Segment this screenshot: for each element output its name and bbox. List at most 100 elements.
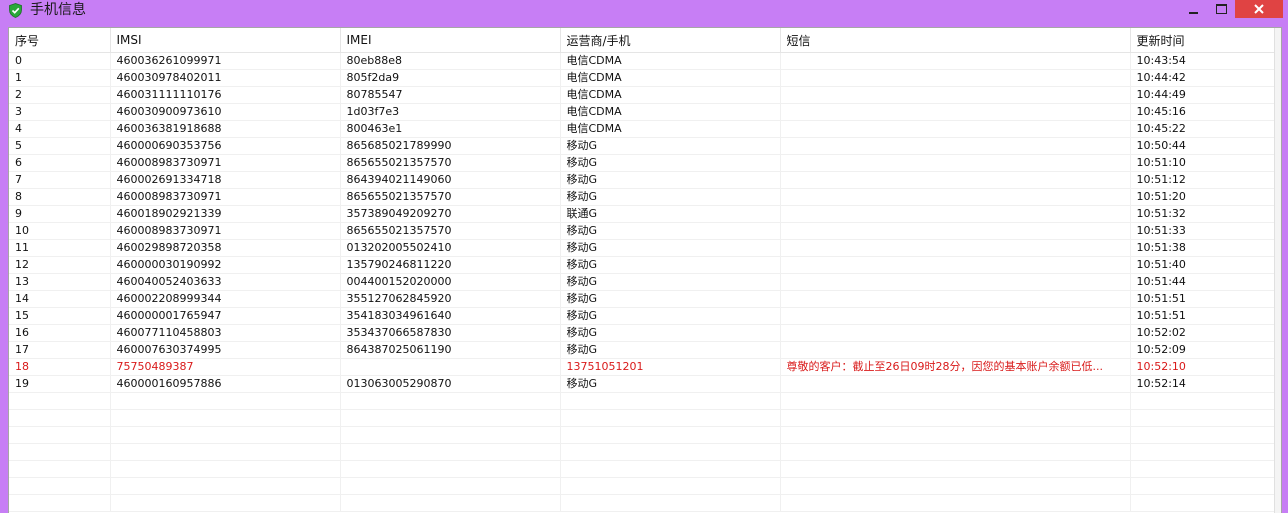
table-row[interactable]: 15 460000001765947 354183034961640 移动G 10:51… — [9, 307, 1276, 325]
empty-cell — [560, 443, 781, 461]
cell-sms — [780, 154, 1131, 172]
cell-imsi: 460000030190992 — [110, 256, 341, 274]
empty-cell — [110, 409, 341, 427]
empty-cell — [1130, 460, 1276, 478]
column-header-imsi[interactable]: IMSI — [110, 28, 341, 53]
cell-imsi: 460008983730971 — [110, 188, 341, 206]
window-title: 手机信息 — [30, 2, 86, 18]
empty-cell — [110, 494, 341, 512]
minimize-button[interactable] — [1180, 0, 1206, 18]
column-header-carrier[interactable]: 运营商/手机 — [560, 28, 781, 53]
cell-update-time: 10:51:33 — [1130, 222, 1276, 240]
cell-imsi: 460008983730971 — [110, 222, 341, 240]
cell-carrier: 移动G — [560, 324, 781, 342]
cell-carrier: 移动G — [560, 239, 781, 257]
table-row[interactable]: 13 460040052403633 004400152020000 移动G 10:51… — [9, 273, 1276, 291]
cell-index: 18 — [9, 358, 111, 376]
cell-index: 0 — [9, 52, 111, 70]
empty-cell — [110, 392, 341, 410]
empty-row — [9, 477, 1276, 495]
table-row[interactable]: 14 460002208999344 355127062845920 移动G 10:51… — [9, 290, 1276, 308]
cell-sms — [780, 273, 1131, 291]
cell-update-time: 10:52:14 — [1130, 375, 1276, 393]
cell-update-time: 10:51:38 — [1130, 239, 1276, 257]
cell-sms — [780, 375, 1131, 393]
cell-update-time: 10:51:20 — [1130, 188, 1276, 206]
cell-update-time: 10:52:02 — [1130, 324, 1276, 342]
cell-imsi: 460029898720358 — [110, 239, 341, 257]
table-row[interactable]: 2 460031111110176 80785547 电信CDMA 10:44:49 — [9, 86, 1276, 104]
cell-sms — [780, 222, 1131, 240]
empty-cell — [1130, 494, 1276, 512]
table-row[interactable]: 9 460018902921339 357389049209270 联通G 10:51:… — [9, 205, 1276, 223]
cell-imei: 354183034961640 — [340, 307, 561, 325]
close-button[interactable] — [1235, 0, 1283, 18]
cell-update-time: 10:44:42 — [1130, 69, 1276, 87]
table-row[interactable]: 18 75750489387 13751051201 尊敬的客户：截止至26日09时2… — [9, 358, 1276, 376]
cell-sms — [780, 86, 1131, 104]
phone-info-list[interactable]: 序号 IMSI IMEI 运营商/手机 短信 更新时间 0 46003626109… — [8, 27, 1282, 513]
cell-imsi: 460077110458803 — [110, 324, 341, 342]
empty-row — [9, 426, 1276, 444]
empty-cell — [9, 392, 111, 410]
table-row[interactable]: 12 460000030190992 135790246811220 移动G 10:51… — [9, 256, 1276, 274]
table-row[interactable]: 10 460008983730971 865655021357570 移动G 10:51… — [9, 222, 1276, 240]
cell-sms — [780, 239, 1131, 257]
empty-cell — [1130, 443, 1276, 461]
cell-imei: 865655021357570 — [340, 222, 561, 240]
column-header-update-time[interactable]: 更新时间 — [1130, 28, 1276, 53]
table-row[interactable]: 5 460000690353756 865685021789990 移动G 10:50:… — [9, 137, 1276, 155]
empty-cell — [560, 494, 781, 512]
column-header-imei[interactable]: IMEI — [340, 28, 561, 53]
minimize-icon — [1188, 11, 1198, 14]
empty-cell — [340, 460, 561, 478]
cell-imei: 805f2da9 — [340, 69, 561, 87]
cell-index: 9 — [9, 205, 111, 223]
empty-cell — [340, 426, 561, 444]
empty-cell — [340, 409, 561, 427]
cell-carrier: 移动G — [560, 375, 781, 393]
table-row[interactable]: 4 460036381918688 800463e1 电信CDMA 10:45:22 — [9, 120, 1276, 138]
cell-imsi: 460040052403633 — [110, 273, 341, 291]
table-row[interactable]: 11 460029898720358 013202005502410 移动G 10:51… — [9, 239, 1276, 257]
table-row[interactable]: 3 460030900973610 1d03f7e3 电信CDMA 10:45:16 — [9, 103, 1276, 121]
cell-imsi: 460008983730971 — [110, 154, 341, 172]
maximize-button[interactable] — [1208, 0, 1234, 18]
table-row[interactable]: 6 460008983730971 865655021357570 移动G 10:51:… — [9, 154, 1276, 172]
cell-update-time: 10:51:44 — [1130, 273, 1276, 291]
column-header-sms[interactable]: 短信 — [780, 28, 1131, 53]
cell-imei — [340, 358, 561, 376]
empty-cell — [340, 477, 561, 495]
cell-carrier: 电信CDMA — [560, 103, 781, 121]
table-row[interactable]: 19 460000160957886 013063005290870 移动G 10:52… — [9, 375, 1276, 393]
cell-imei: 135790246811220 — [340, 256, 561, 274]
table-row[interactable]: 17 460007630374995 864387025061190 移动G 10:52… — [9, 341, 1276, 359]
empty-cell — [560, 392, 781, 410]
cell-carrier: 移动G — [560, 222, 781, 240]
cell-imei: 800463e1 — [340, 120, 561, 138]
table-row[interactable]: 1 460030978402011 805f2da9 电信CDMA 10:44:42 — [9, 69, 1276, 87]
empty-row — [9, 494, 1276, 512]
column-header-index[interactable]: 序号 — [9, 28, 111, 53]
table-row[interactable]: 0 460036261099971 80eb88e8 电信CDMA 10:43:54 — [9, 52, 1276, 70]
empty-row — [9, 409, 1276, 427]
vertical-scrollbar[interactable] — [1274, 28, 1281, 513]
cell-update-time: 10:51:32 — [1130, 205, 1276, 223]
cell-index: 2 — [9, 86, 111, 104]
cell-imsi: 460000001765947 — [110, 307, 341, 325]
title-bar[interactable]: 手机信息 — [0, 0, 1288, 21]
cell-imsi: 460007630374995 — [110, 341, 341, 359]
cell-imsi: 460030978402011 — [110, 69, 341, 87]
empty-cell — [110, 477, 341, 495]
cell-sms — [780, 52, 1131, 70]
empty-cell — [560, 460, 781, 478]
cell-imei: 865655021357570 — [340, 154, 561, 172]
table-row[interactable]: 8 460008983730971 865655021357570 移动G 10:51:… — [9, 188, 1276, 206]
table-row[interactable]: 16 460077110458803 353437066587830 移动G 10:52… — [9, 324, 1276, 342]
cell-imei: 013063005290870 — [340, 375, 561, 393]
cell-update-time: 10:45:22 — [1130, 120, 1276, 138]
empty-cell — [780, 477, 1131, 495]
cell-imsi: 460002691334718 — [110, 171, 341, 189]
table-row[interactable]: 7 460002691334718 864394021149060 移动G 10:51:… — [9, 171, 1276, 189]
cell-sms — [780, 256, 1131, 274]
